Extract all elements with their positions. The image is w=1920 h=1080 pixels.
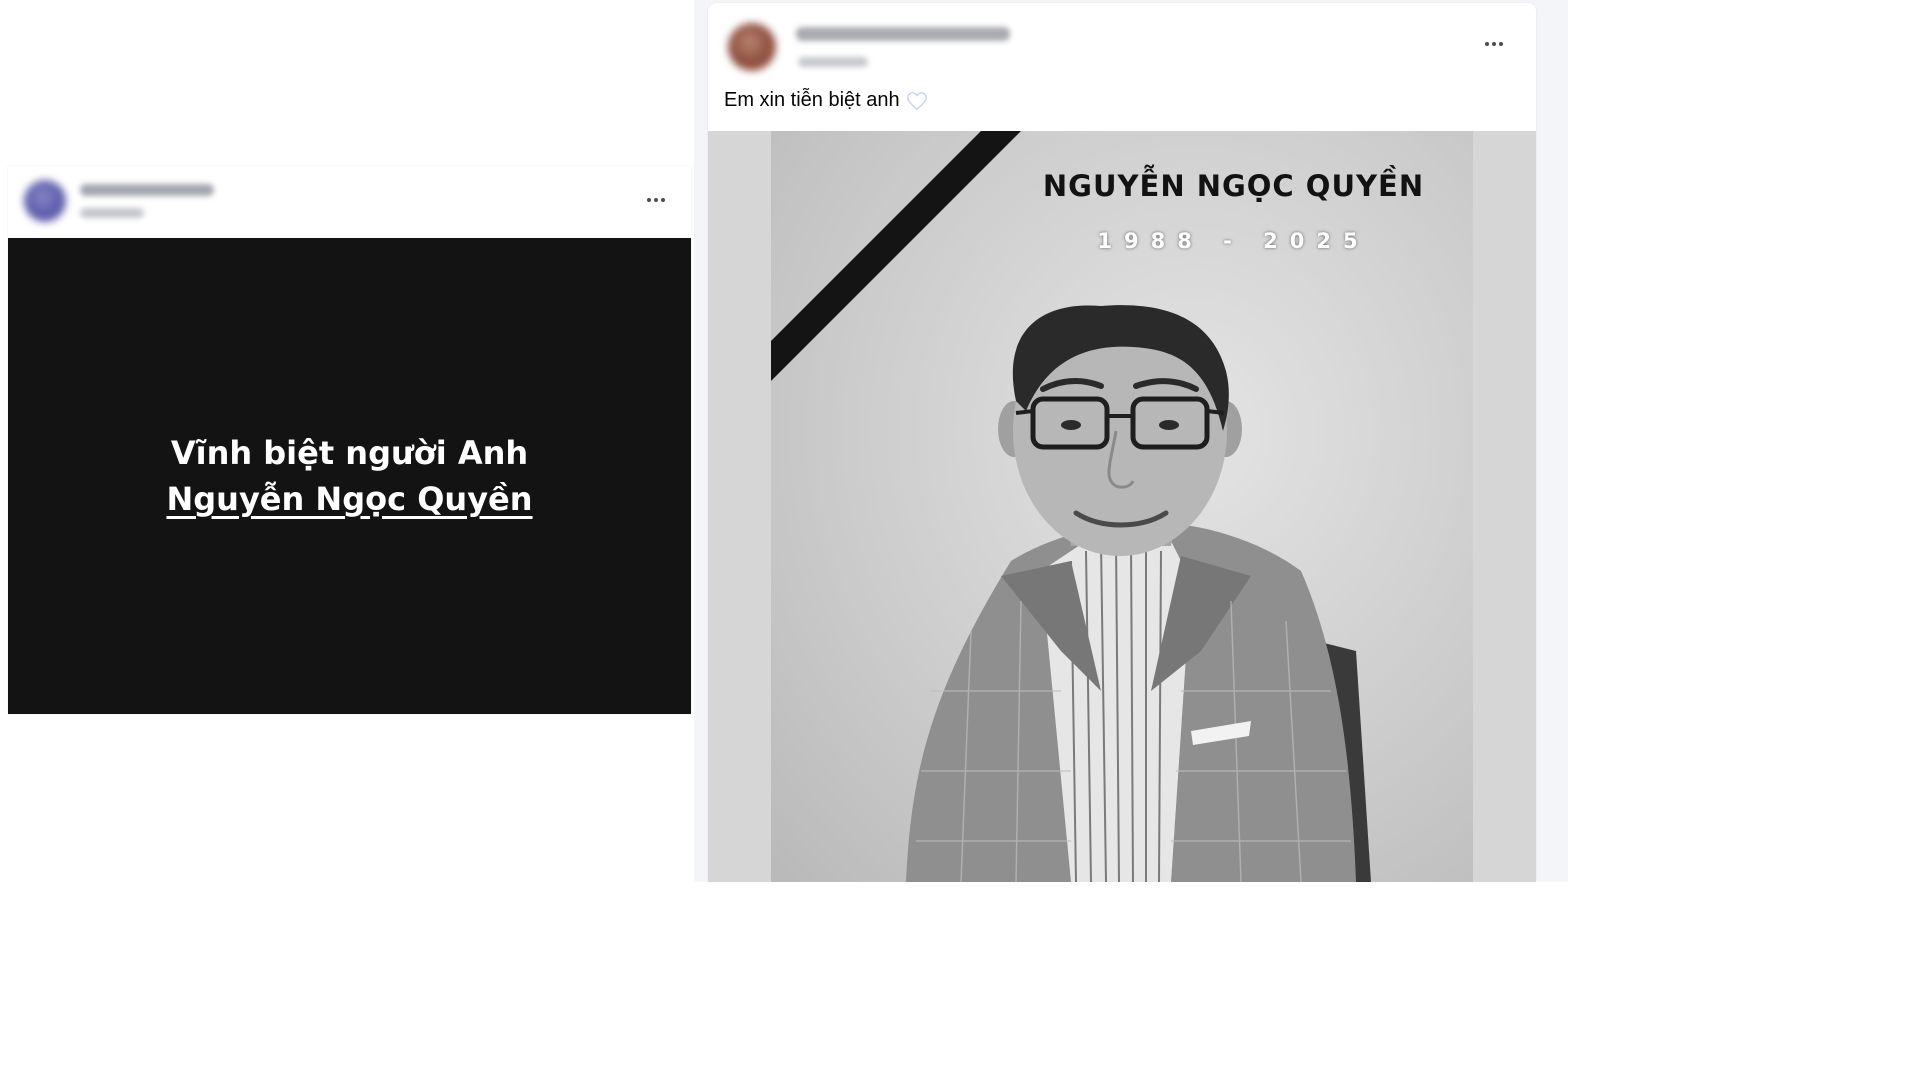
author-name-blurred[interactable]	[80, 184, 214, 196]
white-heart-icon	[906, 91, 927, 110]
text-post-background: Vĩnh biệt người Anh Nguyễn Ngọc Quyền	[8, 238, 691, 714]
more-icon-dot	[661, 198, 665, 202]
more-options-button[interactable]	[640, 190, 672, 210]
more-icon	[1485, 42, 1489, 46]
author-name-blurred[interactable]	[796, 27, 1010, 41]
post-photo[interactable]: NGUYỄN NGỌC QUYỀN 1988 - 2025	[708, 131, 1536, 882]
more-icon-dot	[1499, 42, 1503, 46]
post-card-left: Vĩnh biệt người Anh Nguyễn Ngọc Quyền	[8, 166, 691, 714]
post-meta-blurred	[80, 208, 144, 218]
more-options-button[interactable]	[1478, 34, 1510, 54]
post-card-right: Em xin tiễn biệt anh NGUYỄN NGỌC QUYỀN 1…	[708, 3, 1536, 882]
more-icon	[647, 198, 651, 202]
screenshot-stage: Vĩnh biệt người Anh Nguyễn Ngọc Quyền Em…	[0, 0, 1568, 882]
avatar[interactable]	[24, 180, 66, 222]
portrait-name: NGUYỄN NGỌC QUYỀN	[1042, 169, 1425, 203]
portrait-years: 1988 - 2025	[1097, 229, 1370, 253]
post-header	[8, 166, 691, 238]
more-icon-dot	[1492, 42, 1496, 46]
avatar[interactable]	[728, 23, 776, 71]
caption-text: Em xin tiễn biệt anh	[724, 89, 900, 111]
card-title-line1: Vĩnh biệt người Anh	[170, 434, 529, 472]
more-icon-dot	[654, 198, 658, 202]
memorial-portrait: NGUYỄN NGỌC QUYỀN 1988 - 2025	[771, 131, 1473, 882]
post-caption: Em xin tiễn biệt anh	[724, 89, 928, 112]
post-meta-blurred	[798, 57, 868, 67]
card-title-link[interactable]: Nguyễn Ngọc Quyền	[166, 476, 532, 522]
